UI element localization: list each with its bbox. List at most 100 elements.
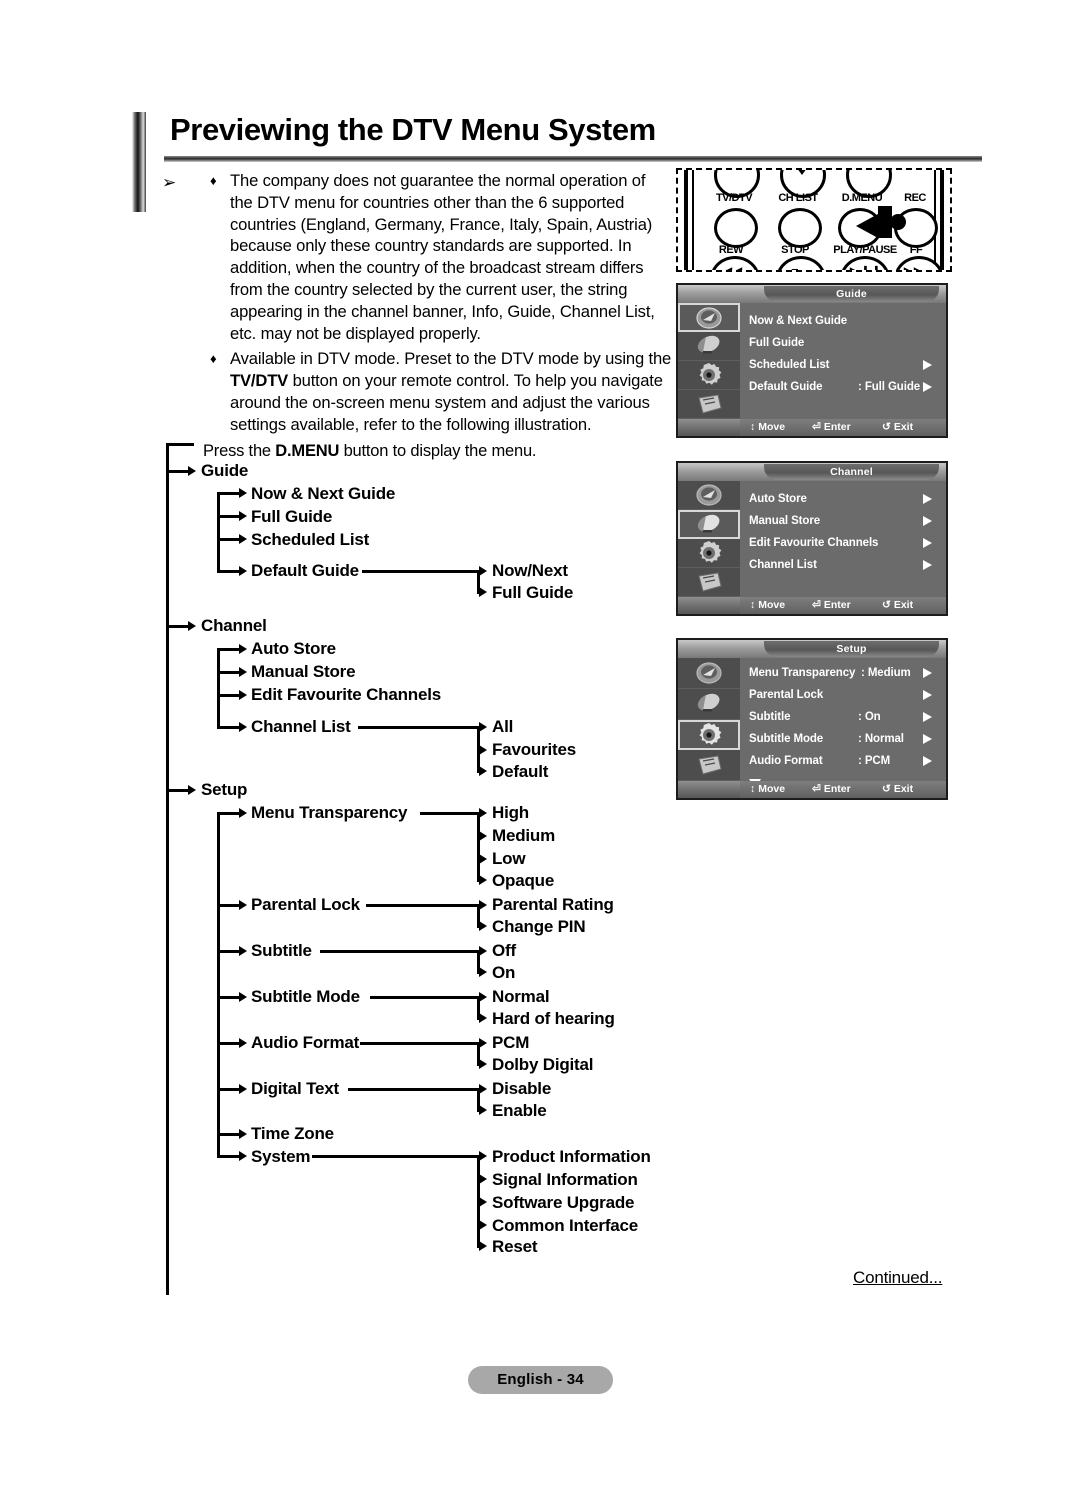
tree-connector-digital-text	[348, 1088, 480, 1091]
tree-node-scheduled-list: Scheduled List	[251, 530, 370, 549]
tree-node-opt-signal-information: Signal Information	[492, 1170, 638, 1189]
tree-branch-scheduled-list	[217, 538, 241, 541]
tree-node-subtitle-mode: Subtitle Mode	[251, 987, 360, 1006]
tree-arrow-full-guide-opt	[479, 587, 487, 597]
tree-node-opt-parental-rating: Parental Rating	[492, 895, 614, 914]
tree-node-guide: Guide	[201, 461, 249, 480]
tree-arrow-high	[479, 808, 487, 818]
tree-branch-parental-lock	[217, 904, 241, 907]
tree-branch-digital-text	[217, 1088, 241, 1091]
tree-node-default-guide: Default Guide	[251, 561, 359, 580]
tree-node-opt-now-next: Now/Next	[492, 561, 568, 580]
tree-branch-full-guide	[217, 515, 241, 518]
tree-node-opt-product-information: Product Information	[492, 1147, 651, 1166]
tree-arrow-auto-store	[239, 644, 247, 654]
tree-intro-bold: D.MENU	[275, 442, 340, 460]
tree-connector-parental-lock	[366, 904, 480, 907]
tree-connector-subtitle-mode	[370, 996, 480, 999]
tree-branch-manual-store	[217, 671, 241, 674]
tree-arrow-default	[479, 766, 487, 776]
tree-arrow-on	[479, 967, 487, 977]
tree-menu-transparency-opt-spine	[477, 812, 480, 882]
tree-arrow-guide	[188, 466, 196, 476]
tree-node-opt-full-guide: Full Guide	[492, 583, 574, 602]
tree-arrow-edit-fav	[239, 690, 247, 700]
tree-node-opt-all: All	[492, 717, 514, 736]
tree-node-opt-normal: Normal	[492, 987, 550, 1006]
tree-node-opt-opaque: Opaque	[492, 871, 555, 890]
tree-arrow-channel	[188, 621, 196, 631]
tree-branch-setup	[166, 789, 190, 792]
tree-node-system: System	[251, 1147, 311, 1166]
tree-arrow-software-upgrade	[479, 1197, 487, 1207]
tree-connector-default-guide	[362, 570, 480, 573]
tree-arrow-change-pin	[479, 921, 487, 931]
tree-arrow-digital-text	[239, 1084, 247, 1094]
tree-guide-child-spine	[217, 492, 220, 570]
tree-branch-menu-transparency	[217, 812, 241, 815]
menu-tree-diagram: Press the D.MENU button to display the m…	[0, 0, 1080, 1486]
tree-arrow-low	[479, 854, 487, 864]
tree-arrow-parental-lock	[239, 900, 247, 910]
tree-arrow-common-interface	[479, 1220, 487, 1230]
tree-channel-child-spine	[217, 648, 220, 726]
tree-arrow-menu-transparency	[239, 808, 247, 818]
tree-node-opt-disable: Disable	[492, 1079, 552, 1098]
tree-branch-auto-store	[217, 648, 241, 651]
tree-stub-intro	[166, 443, 194, 446]
tree-arrow-default-guide	[239, 566, 247, 576]
tree-node-parental-lock: Parental Lock	[251, 895, 360, 914]
tree-intro-pre: Press the	[203, 442, 276, 460]
tree-arrow-setup	[188, 785, 196, 795]
tree-connector-audio-format	[360, 1042, 480, 1045]
tree-node-opt-on: On	[492, 963, 516, 982]
tree-node-subtitle: Subtitle	[251, 941, 312, 960]
tree-connector-channel-list	[358, 726, 480, 729]
tree-arrow-pcm	[479, 1038, 487, 1048]
tree-arrow-time-zone	[239, 1129, 247, 1139]
tree-arrow-signal-information	[479, 1174, 487, 1184]
tree-arrow-reset	[479, 1241, 487, 1251]
tree-branch-system	[217, 1155, 241, 1158]
tree-root-spine	[166, 443, 169, 1295]
tree-node-setup: Setup	[201, 780, 248, 799]
tree-branch-now-next	[217, 492, 241, 495]
tree-node-audio-format: Audio Format	[251, 1033, 360, 1052]
tree-connector-menu-transparency	[420, 812, 480, 815]
tree-branch-guide	[166, 470, 190, 473]
tree-branch-subtitle	[217, 950, 241, 953]
tree-arrow-scheduled-list	[239, 534, 247, 544]
tree-arrow-opaque	[479, 875, 487, 885]
tree-node-channel: Channel	[201, 616, 267, 635]
tree-node-opt-pcm: PCM	[492, 1033, 530, 1052]
tree-arrow-parental-rating	[479, 900, 487, 910]
tree-arrow-medium	[479, 831, 487, 841]
tree-arrow-full-guide	[239, 511, 247, 521]
tree-setup-child-spine	[217, 812, 220, 1155]
manual-page: Previewing the DTV Menu System ➢ ♦ The c…	[0, 0, 1080, 1486]
continued-label: Continued...	[853, 1268, 943, 1287]
tree-arrow-enable	[479, 1105, 487, 1115]
tree-arrow-normal	[479, 992, 487, 1002]
tree-node-time-zone: Time Zone	[251, 1124, 334, 1143]
tree-arrow-subtitle	[239, 946, 247, 956]
tree-node-opt-change-pin: Change PIN	[492, 917, 586, 936]
tree-node-auto-store: Auto Store	[251, 639, 336, 658]
tree-branch-subtitle-mode	[217, 996, 241, 999]
tree-branch-channel	[166, 625, 190, 628]
tree-arrow-now-next	[239, 488, 247, 498]
tree-node-edit-favourite-channels: Edit Favourite Channels	[251, 685, 441, 704]
tree-branch-edit-fav	[217, 694, 241, 697]
tree-arrow-product-information	[479, 1151, 487, 1161]
tree-branch-channel-list	[217, 726, 241, 729]
tree-arrow-dolby-digital	[479, 1059, 487, 1069]
tree-arrow-off	[479, 946, 487, 956]
tree-arrow-system	[239, 1151, 247, 1161]
tree-node-manual-store: Manual Store	[251, 662, 356, 681]
tree-node-digital-text: Digital Text	[251, 1079, 339, 1098]
tree-arrow-now-next-opt	[479, 566, 487, 576]
tree-connector-subtitle	[320, 950, 480, 953]
tree-branch-default-guide	[217, 570, 241, 573]
tree-arrow-audio-format	[239, 1038, 247, 1048]
tree-node-menu-transparency: Menu Transparency	[251, 803, 408, 822]
